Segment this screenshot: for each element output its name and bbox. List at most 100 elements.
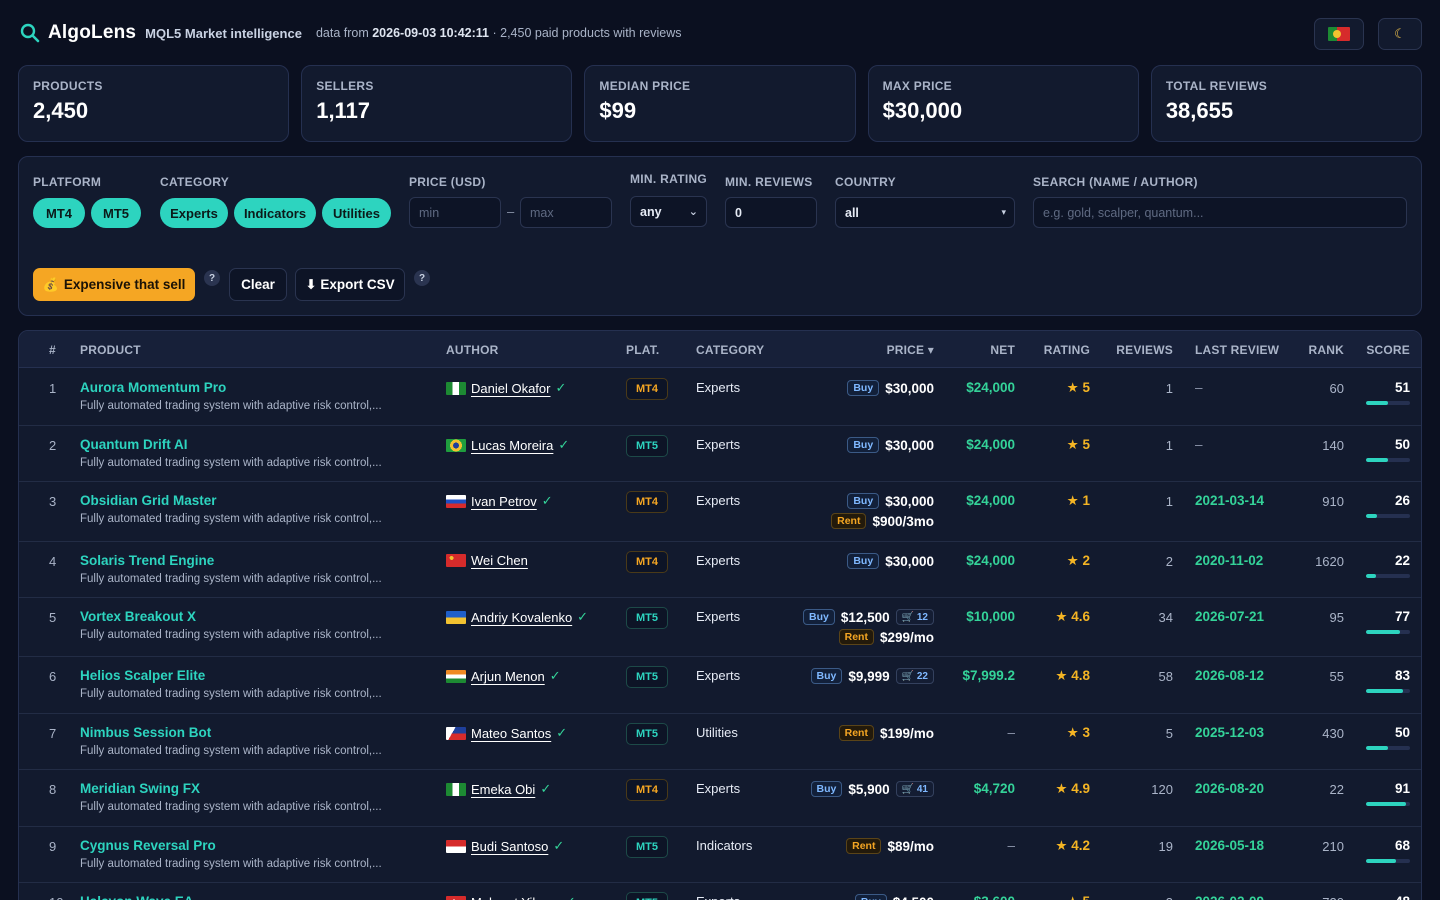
rent-tag: Rent [838,629,874,645]
min-reviews-input[interactable]: 0 [725,197,817,228]
price-max-input[interactable]: max [520,197,612,228]
col-platform[interactable]: PLAT. [626,343,659,357]
product-name-link[interactable]: Nimbus Session Bot [80,725,211,740]
rank-value: 430 [1322,726,1344,741]
category-chip-indicators[interactable]: Indicators [234,198,316,228]
category-text: Experts [696,493,741,508]
export-csv-button[interactable]: ⬇ Export CSV [295,268,405,301]
author-link[interactable]: Ivan Petrov [471,494,537,509]
table-row[interactable]: 7 Nimbus Session Bot Fully automated tradi… [19,714,1421,770]
author-link[interactable]: Daniel Okafor [471,381,550,396]
portugal-flag-icon [1328,27,1350,41]
last-review-date: 2025-12-03 [1195,725,1265,740]
table-row[interactable]: 6 Helios Scalper Elite Fully automated tra… [19,657,1421,714]
author-link[interactable]: Emeka Obi [471,782,535,797]
country-label: COUNTRY [835,175,896,189]
stat-card-sellers: SELLERS 1,117 [301,65,573,142]
col-score[interactable]: SCORE [1360,343,1410,357]
price-cell: Buy $4,500 [754,892,934,900]
reviews-count: 120 [1151,782,1173,797]
table-row[interactable]: 10Halcyon Wave EAFully automated trading… [19,883,1421,900]
theme-toggle-button[interactable]: ☾ [1378,18,1422,50]
author-link[interactable]: Mehmet Yilmaz [471,895,560,900]
col-rank[interactable]: RANK [1299,343,1344,357]
product-name-link[interactable]: Cygnus Reversal Pro [80,838,216,853]
min-rating-label: MIN. RATING [630,172,708,186]
col-author[interactable]: AUTHOR [446,343,499,357]
last-review-date: 2026-07-21 [1195,609,1265,624]
table-row[interactable]: 8 Meridian Swing FX Fully automated tradin… [19,770,1421,827]
author-link[interactable]: Wei Chen [471,553,528,568]
help-icon[interactable]: ? [414,270,430,286]
buy-price: $4,500 [893,895,934,900]
col-product[interactable]: PRODUCT [80,343,141,357]
row-index: 1 [49,381,57,396]
filter-panel: PLATFORM MT4 MT5 CATEGORY Experts Indica… [18,156,1422,316]
table-header: # PRODUCT AUTHOR PLAT. CATEGORY PRICE ▾ … [19,331,1421,368]
score-value: 22 [1394,553,1410,568]
product-name-link[interactable]: Helios Scalper Elite [80,668,205,683]
product-name-link[interactable]: Vortex Breakout X [80,609,196,624]
language-button[interactable] [1314,18,1364,50]
table-row[interactable]: 9 Cygnus Reversal Pro Fully automated trad… [19,827,1421,883]
col-category[interactable]: CATEGORY [696,343,764,357]
product-name-link[interactable]: Aurora Momentum Pro [80,380,226,395]
col-reviews[interactable]: REVIEWS [1103,343,1173,357]
score-bar-fill [1366,514,1378,518]
last-review-date: 2026-08-12 [1195,668,1265,683]
col-last-review[interactable]: LAST REVIEW [1195,343,1279,357]
author-link[interactable]: Budi Santoso [471,839,548,854]
table-row[interactable]: 5 Vortex Breakout X Fully automated tradin… [19,598,1421,657]
product-name-link[interactable]: Solaris Trend Engine [80,553,214,568]
author-cell: Daniel Okafor ✓ [446,380,566,396]
product-name-link[interactable]: Halcyon Wave EA [80,894,194,900]
product-name-link[interactable]: Quantum Drift AI [80,437,188,452]
product-name-link[interactable]: Meridian Swing FX [80,781,200,796]
platform-chip-mt4[interactable]: MT4 [33,198,85,228]
author-cell: Lucas Moreira ✓ [446,437,569,453]
score-value: 77 [1394,609,1410,624]
rank-value: 55 [1329,669,1344,684]
score-value: 50 [1394,725,1410,740]
product-name-link[interactable]: Obsidian Grid Master [80,493,217,508]
score-bar [1366,401,1410,405]
moon-icon: ☾ [1394,26,1406,41]
rating-value: ★ 4.8 [1055,668,1090,683]
table-row[interactable]: 1 Aurora Momentum Pro Fully automated trad… [19,369,1421,426]
country-flag-icon [446,438,466,452]
price-min-input[interactable]: min [409,197,501,228]
search-icon [20,23,40,43]
country-select[interactable]: all ▾ [835,197,1015,228]
score-bar-fill [1366,859,1396,863]
product-description: Fully automated trading system with adap… [80,573,382,585]
col-net[interactable]: NET [965,343,1015,357]
net-value: $10,000 [966,609,1015,624]
author-link[interactable]: Lucas Moreira [471,438,553,453]
platform-chip-mt5[interactable]: MT5 [91,198,141,228]
search-input[interactable]: e.g. gold, scalper, quantum... [1033,197,1407,228]
table-row[interactable]: 4 Solaris Trend Engine Fully automated tra… [19,542,1421,598]
category-chip-experts[interactable]: Experts [160,198,228,228]
score-bar [1366,514,1410,518]
score-bar [1366,630,1410,634]
product-description: Fully automated trading system with adap… [80,513,382,525]
category-chip-utilities[interactable]: Utilities [322,198,391,228]
row-index: 8 [49,782,57,797]
price-cell: Buy $12,500 🛒 12 Rent $299/mo [754,607,934,647]
table-row[interactable]: 3 Obsidian Grid Master Fully automated tra… [19,482,1421,542]
table-row[interactable]: 2 Quantum Drift AI Fully automated trading… [19,426,1421,482]
clear-button[interactable]: Clear [229,268,287,301]
rank-value: 22 [1329,782,1344,797]
author-cell: Emeka Obi ✓ [446,781,551,797]
net-value: $24,000 [966,553,1015,568]
author-link[interactable]: Mateo Santos [471,726,551,741]
score-bar-fill [1366,630,1400,634]
help-icon[interactable]: ? [204,270,220,286]
expensive-that-sell-button[interactable]: 💰 Expensive that sell [33,268,195,301]
author-link[interactable]: Andriy Kovalenko [471,610,572,625]
author-link[interactable]: Arjun Menon [471,669,545,684]
col-rating[interactable]: RATING [1030,343,1090,357]
min-rating-select[interactable]: any ⌄ [630,196,707,227]
rent-price: $900/3mo [872,513,934,529]
col-price-sorted[interactable]: PRICE ▾ [834,343,934,357]
